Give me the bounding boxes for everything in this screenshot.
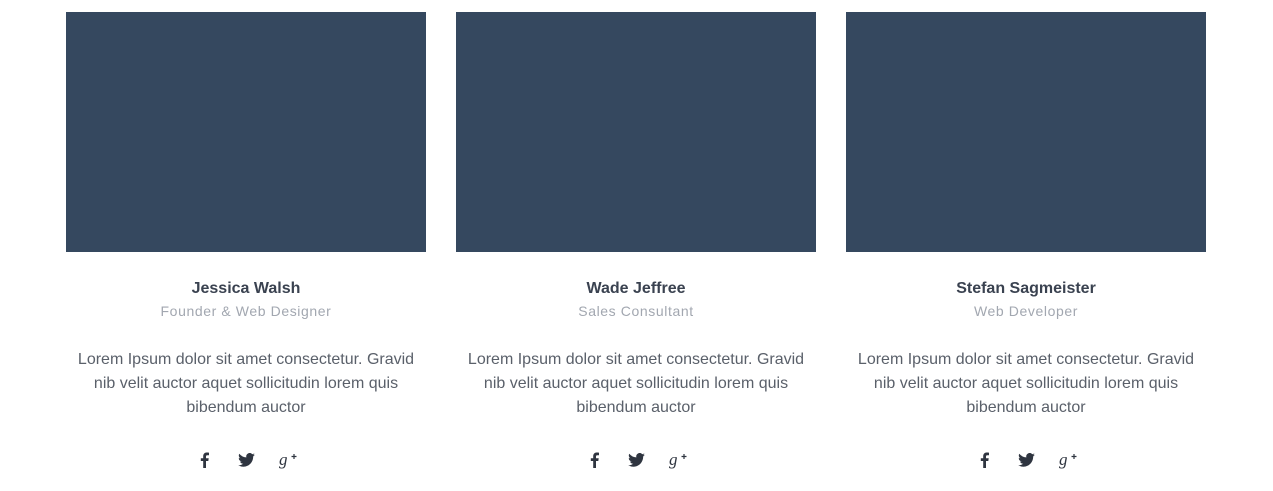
twitter-link[interactable] bbox=[624, 448, 648, 472]
google-plus-icon: g bbox=[669, 450, 687, 469]
google-plus-link[interactable]: g bbox=[666, 448, 690, 472]
team-member-card: Stefan Sagmeister Web Developer Lorem Ip… bbox=[846, 12, 1206, 472]
member-bio: Lorem Ipsum dolor sit amet consectetur. … bbox=[467, 351, 805, 416]
member-photo bbox=[846, 12, 1206, 252]
facebook-link[interactable] bbox=[972, 448, 996, 472]
facebook-link[interactable] bbox=[192, 448, 216, 472]
member-name: Jessica Walsh bbox=[191, 280, 301, 297]
social-links: g bbox=[846, 448, 1206, 472]
google-plus-icon: g bbox=[1059, 450, 1077, 469]
facebook-icon bbox=[590, 452, 599, 468]
member-role: Sales Consultant bbox=[578, 303, 694, 319]
member-name: Stefan Sagmeister bbox=[956, 280, 1096, 297]
member-role: Web Developer bbox=[973, 303, 1079, 319]
twitter-link[interactable] bbox=[1014, 448, 1038, 472]
svg-text:g: g bbox=[669, 450, 678, 469]
svg-text:g: g bbox=[279, 450, 288, 469]
member-bio: Lorem Ipsum dolor sit amet consectetur. … bbox=[77, 351, 415, 416]
team-member-card: Wade Jeffree Sales Consultant Lorem Ipsu… bbox=[456, 12, 816, 472]
member-name: Wade Jeffree bbox=[586, 280, 686, 297]
social-links: g bbox=[66, 448, 426, 472]
twitter-icon bbox=[237, 453, 255, 467]
svg-text:g: g bbox=[1059, 450, 1068, 469]
member-photo bbox=[66, 12, 426, 252]
member-photo bbox=[456, 12, 816, 252]
social-links: g bbox=[456, 448, 816, 472]
twitter-icon bbox=[627, 453, 645, 467]
member-bio: Lorem Ipsum dolor sit amet consectetur. … bbox=[857, 351, 1195, 416]
twitter-icon bbox=[1017, 453, 1035, 467]
member-role: Founder & Web Designer bbox=[160, 303, 332, 319]
google-plus-icon: g bbox=[279, 450, 297, 469]
team-member-card: Jessica Walsh Founder & Web Designer Lor… bbox=[66, 12, 426, 472]
facebook-icon bbox=[980, 452, 989, 468]
facebook-link[interactable] bbox=[582, 448, 606, 472]
google-plus-link[interactable]: g bbox=[276, 448, 300, 472]
google-plus-link[interactable]: g bbox=[1056, 448, 1080, 472]
facebook-icon bbox=[200, 452, 209, 468]
twitter-link[interactable] bbox=[234, 448, 258, 472]
team-grid: Jessica Walsh Founder & Web Designer Lor… bbox=[66, 12, 1206, 472]
